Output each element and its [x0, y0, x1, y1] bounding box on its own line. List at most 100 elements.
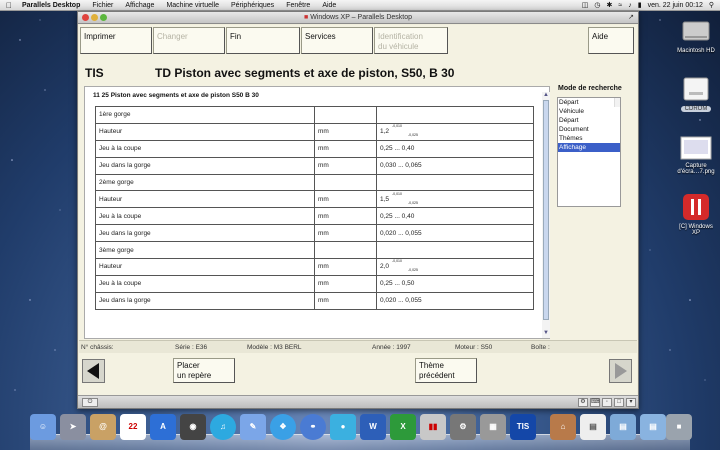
launchpad-icon[interactable]: ➤ — [60, 414, 86, 440]
downloads-folder-icon[interactable]: ▤ — [640, 414, 666, 440]
search-mode-list[interactable]: Départ Véhicule Départ Document Thèmes A… — [557, 97, 621, 207]
table-row: Jeu à la coupe mm 0,25 ... 0,40 — [95, 139, 534, 158]
row-unit: mm — [314, 139, 377, 158]
menu-app-name[interactable]: Parallels Desktop — [16, 0, 86, 11]
row-value: 0,25 ... 0,40 — [376, 207, 534, 226]
row-unit — [314, 173, 377, 192]
time-machine-icon[interactable]: ◷ — [594, 0, 600, 11]
mail-stamp-icon[interactable]: @ — [90, 414, 116, 440]
row-value: 0,25 ... 0,50 — [376, 274, 534, 293]
tis-dock-icon[interactable]: TIS — [510, 414, 536, 440]
parallels-status-icon[interactable]: ◫ — [582, 0, 589, 11]
row-unit: mm — [314, 274, 377, 293]
identification-vehicule-button[interactable]: Identification du véhicule — [374, 27, 448, 54]
home-folder-icon[interactable]: ⌂ — [550, 414, 576, 440]
preview-icon[interactable]: ✎ — [240, 414, 266, 440]
fin-button[interactable]: Fin — [226, 27, 300, 54]
volume-icon[interactable]: ♪ — [628, 0, 632, 11]
messenger-icon[interactable]: ● — [330, 414, 356, 440]
devices-icon[interactable]: ▾ — [626, 398, 636, 407]
app-store-icon[interactable]: A — [150, 414, 176, 440]
close-icon[interactable] — [82, 14, 89, 21]
scroll-up-icon[interactable]: ▲ — [542, 92, 550, 99]
bluetooth-icon[interactable]: ✱ — [607, 0, 613, 11]
aide-button[interactable]: Aide — [588, 27, 634, 54]
hard-drive-icon — [682, 21, 710, 41]
vertical-scrollbar[interactable]: ▲ ▼ — [542, 92, 550, 338]
system-preferences-icon[interactable]: ⚙ — [450, 414, 476, 440]
mouse-icon[interactable]: ◦ — [602, 398, 612, 407]
table-row: 3ème gorge — [95, 241, 534, 260]
photo-booth-icon[interactable]: ◉ — [180, 414, 206, 440]
menu-fenetre[interactable]: Fenêtre — [280, 0, 316, 11]
search-mode-label: Mode de recherche — [558, 85, 622, 92]
battery-icon[interactable]: ▮ — [638, 0, 642, 11]
power-icon[interactable]: ⏻ — [82, 398, 98, 407]
serie-value: Série : E36 — [175, 344, 208, 351]
menu-fichier[interactable]: Fichier — [86, 0, 119, 11]
windows-xp-vm-icon[interactable]: [C] Windows XP — [675, 192, 717, 236]
settings-icon[interactable]: ⚙ — [578, 398, 588, 407]
apple-menu-icon[interactable]:  — [6, 0, 16, 11]
tis-label: TIS — [85, 66, 104, 80]
menu-peripheriques[interactable]: Périphériques — [225, 0, 280, 11]
windows-app-icon[interactable]: ▦ — [480, 414, 506, 440]
scroll-down-icon[interactable]: ▼ — [542, 330, 550, 337]
safari-icon[interactable]: ❖ — [270, 414, 296, 440]
document-icon[interactable]: ▤ — [580, 414, 606, 440]
row-label: Hauteur — [95, 122, 315, 141]
macintosh-hd-icon[interactable]: Macintosh HD — [675, 16, 717, 54]
row-unit: mm — [314, 224, 377, 243]
clock[interactable]: ven. 22 juin 00:12 — [648, 0, 703, 11]
window-titlebar[interactable]: ■ Windows XP – Parallels Desktop ↗ — [78, 12, 638, 24]
menu-machine-virtuelle[interactable]: Machine virtuelle — [160, 0, 225, 11]
placer-repere-button[interactable]: Placer un repère — [173, 358, 235, 383]
nominal-value: 2,0 — [380, 263, 390, 271]
zoom-icon[interactable] — [100, 14, 107, 21]
finder-icon[interactable]: ☺ — [30, 414, 56, 440]
theme-precedent-button[interactable]: Thème précédent — [415, 358, 477, 383]
cdrom-icon[interactable]: CDROM — [675, 74, 717, 112]
forward-arrow-button[interactable] — [609, 359, 632, 383]
capture-file-icon[interactable]: Capture d'écra…7.png — [675, 135, 717, 175]
trash-icon[interactable]: ■ — [666, 414, 692, 440]
parallels-vm-icon[interactable]: ▮▮ — [420, 414, 446, 440]
excel-icon[interactable]: X — [390, 414, 416, 440]
row-value — [376, 173, 534, 192]
applications-folder-icon[interactable]: ▤ — [610, 414, 636, 440]
word-icon[interactable]: W — [360, 414, 386, 440]
tolerance-upper: -0,010 — [392, 124, 402, 129]
search-mode-item[interactable]: Document — [558, 125, 620, 134]
search-mode-item[interactable]: Véhicule — [558, 107, 620, 116]
scrollbar-thumb[interactable] — [543, 100, 549, 320]
table-row: Jeu à la coupe mm 0,25 ... 0,50 — [95, 274, 534, 293]
back-arrow-button[interactable] — [82, 359, 105, 383]
screenshot-thumbnail-icon — [680, 136, 712, 160]
itunes-icon[interactable]: ♫ — [210, 414, 236, 440]
search-mode-item[interactable]: Départ — [558, 116, 620, 125]
row-label: Jeu dans la gorge — [95, 291, 315, 310]
row-unit: mm — [314, 258, 377, 276]
services-button[interactable]: Services — [301, 27, 373, 54]
minimize-icon[interactable] — [91, 14, 98, 21]
tolerance-value: 1,5 -0,010 -0,025 — [380, 192, 418, 205]
fullscreen-icon[interactable]: ↗ — [628, 12, 634, 24]
search-mode-item[interactable]: Départ — [558, 98, 620, 107]
screen-mode-icon[interactable]: □ — [614, 398, 624, 407]
window-bottom-bar: ⏻ □ ▾ ⚙ ⌨ ◦ — [78, 395, 638, 408]
keyboard-icon[interactable]: ⌨ — [590, 398, 600, 407]
imprimer-button[interactable]: Imprimer — [80, 27, 152, 54]
menu-aide[interactable]: Aide — [316, 0, 342, 11]
page-title: TD Piston avec segments et axe de piston… — [155, 66, 455, 80]
search-mode-scrollbar[interactable] — [614, 98, 620, 107]
calendar-icon[interactable]: 22 — [120, 414, 146, 440]
search-mode-item[interactable]: Thèmes — [558, 134, 620, 143]
spotlight-icon[interactable]: ⚲ — [709, 0, 714, 11]
wifi-icon[interactable]: ≈ — [618, 0, 622, 11]
menu-affichage[interactable]: Affichage — [119, 0, 160, 11]
changer-button[interactable]: Changer — [153, 27, 225, 54]
tolerance-value: 1,2 -0,010 -0,025 — [380, 124, 418, 137]
search-mode-item[interactable]: Affichage — [558, 143, 620, 152]
system-icon[interactable]: ⚭ — [300, 414, 326, 440]
row-unit: mm — [314, 156, 377, 175]
